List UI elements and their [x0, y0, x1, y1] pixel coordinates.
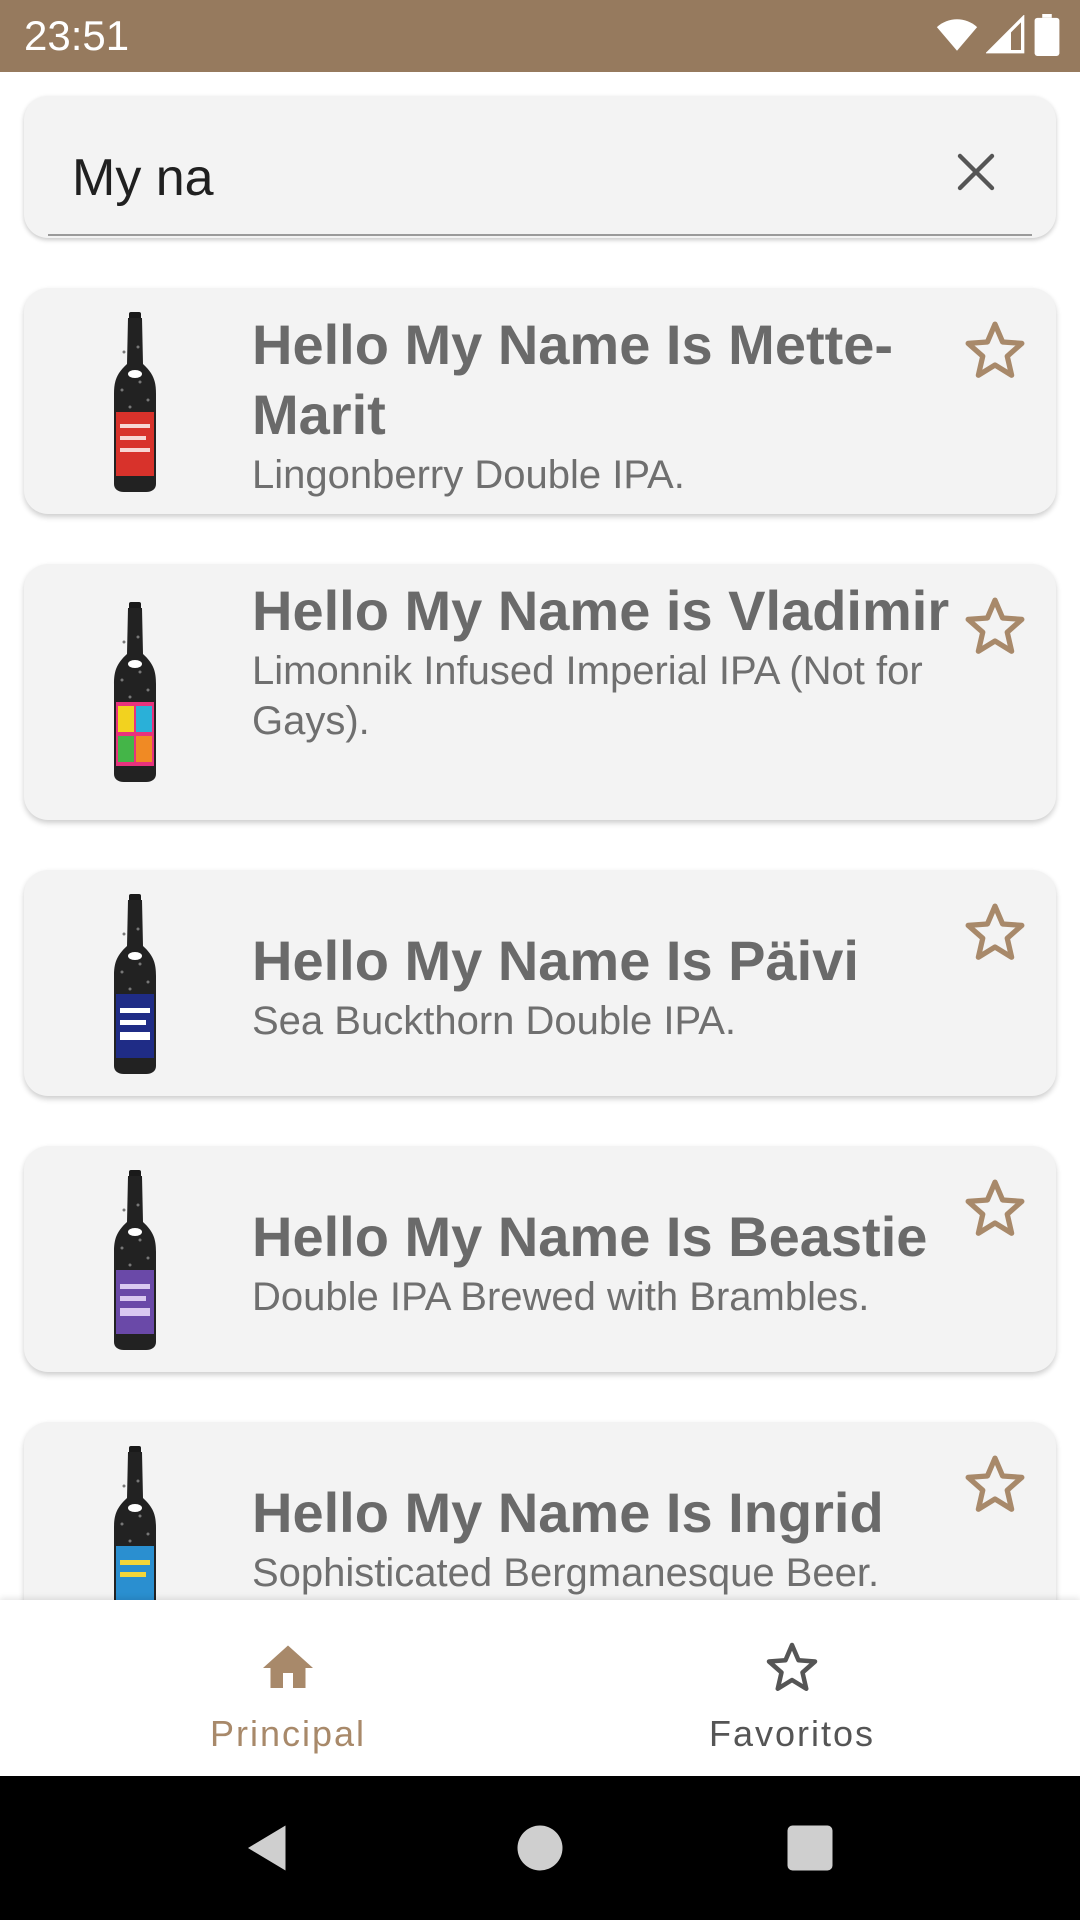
- status-bar: 23:51: [0, 0, 1080, 72]
- beer-name: Hello My Name Is Mette-Marit: [252, 313, 894, 446]
- system-navigation-bar: [0, 1776, 1080, 1920]
- beer-card[interactable]: Hello My Name Is Ingrid Sophisticated Be…: [24, 1422, 1056, 1600]
- nav-item-principal[interactable]: Principal: [18, 1600, 558, 1776]
- cellular-signal-icon: [986, 15, 1025, 54]
- favorite-star-icon[interactable]: [960, 316, 1030, 386]
- beer-tagline: Sea Buckthorn Double IPA.: [252, 999, 736, 1043]
- close-icon[interactable]: [946, 142, 1006, 202]
- battery-icon: [1034, 14, 1060, 56]
- beer-bottle-image: [114, 602, 156, 782]
- nav-label-principal: Principal: [209, 1713, 367, 1754]
- search-box[interactable]: My na: [24, 96, 1056, 238]
- beer-card[interactable]: Hello My Name is Vladimir Limonnik Infus…: [24, 564, 1056, 820]
- favorite-star-icon[interactable]: [960, 1450, 1030, 1520]
- beer-name: Hello My Name Is Ingrid: [252, 1481, 884, 1544]
- beer-card[interactable]: Hello My Name Is Beastie Double IPA Brew…: [24, 1146, 1056, 1372]
- star-icon: [766, 1642, 818, 1691]
- beer-tagline: Sophisticated Bergmanesque Beer.: [252, 1551, 880, 1595]
- status-icons: [936, 14, 1060, 56]
- home-icon: [263, 1645, 313, 1688]
- beer-name: Hello My Name Is Beastie: [252, 1205, 928, 1268]
- search-underline: [48, 234, 1032, 236]
- nav-label-favoritos: Favoritos: [708, 1713, 876, 1754]
- beer-bottle-image: [114, 312, 156, 492]
- status-time: 23:51: [24, 12, 130, 59]
- bottle-label: [116, 412, 154, 476]
- beer-card[interactable]: Hello My Name Is Päivi Sea Buckthorn Dou…: [24, 870, 1056, 1096]
- bottom-navigation: Principal Favoritos: [0, 1600, 1080, 1776]
- beer-bottle-image: [114, 1170, 156, 1350]
- wifi-icon: [936, 19, 978, 51]
- favorite-star-icon[interactable]: [960, 1174, 1030, 1244]
- favorite-star-icon[interactable]: [960, 898, 1030, 968]
- beer-name: Hello My Name Is Päivi: [252, 929, 859, 992]
- main-content: My na Hello My Name Is Mette-Marit Lingo…: [0, 72, 1080, 1600]
- favorite-star-icon[interactable]: [960, 592, 1030, 662]
- beer-tagline: Double IPA Brewed with Brambles.: [252, 1275, 870, 1319]
- beer-card[interactable]: Hello My Name Is Mette-Marit Lingonberry…: [24, 288, 1056, 514]
- recents-icon[interactable]: [780, 1818, 840, 1878]
- search-input[interactable]: My na: [72, 148, 214, 208]
- beer-tagline: Limonnik Infused Imperial IPA (Not for G…: [252, 649, 923, 743]
- nav-item-favoritos[interactable]: Favoritos: [522, 1600, 1062, 1776]
- beer-bottle-image: [114, 1446, 156, 1600]
- back-icon[interactable]: [238, 1818, 298, 1878]
- bottle-label: [116, 994, 154, 1058]
- home-button-icon[interactable]: [510, 1818, 570, 1878]
- beer-bottle-image: [114, 894, 156, 1074]
- beer-tagline: Lingonberry Double IPA.: [252, 453, 685, 497]
- beer-name: Hello My Name is Vladimir: [252, 579, 950, 642]
- bottle-label: [116, 1270, 154, 1334]
